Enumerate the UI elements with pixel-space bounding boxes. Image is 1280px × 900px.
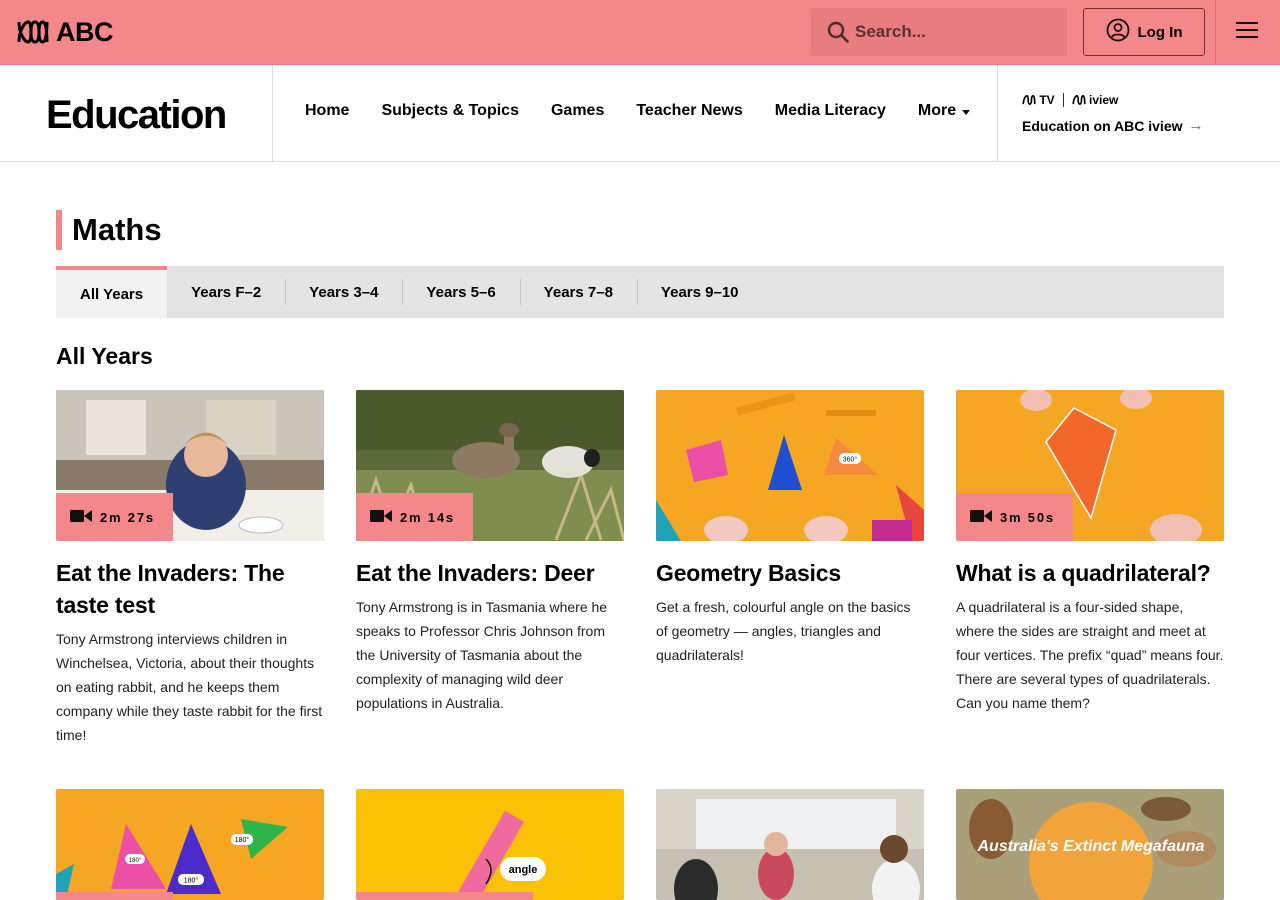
iview-logos: TV iview (1022, 93, 1204, 107)
iview-link-label: Education on ABC iview (1022, 117, 1183, 134)
card-title[interactable]: Eat the Invaders: Deer (356, 557, 624, 589)
thumb-text: angle (509, 864, 538, 876)
search-icon (827, 21, 849, 43)
abc-logo[interactable]: ABC (16, 17, 114, 47)
user-icon (1106, 18, 1130, 47)
video-duration-badge: 2m 27s (56, 493, 173, 541)
video-duration-badge: 3m 50s (956, 493, 1073, 541)
search-input[interactable] (855, 22, 1055, 42)
tab-years-7-8[interactable]: Years 7–8 (519, 266, 637, 318)
thumb-text: 180° (184, 877, 199, 885)
section-nav: Education Home Subjects & Topics Games T… (0, 65, 1280, 162)
nav-more-dropdown[interactable]: More (917, 102, 971, 120)
content-card[interactable]: 2m 27s Eat the Invaders: The taste test … (56, 390, 324, 747)
chevron-down-icon (962, 109, 971, 115)
nav-link-home[interactable]: Home (305, 102, 349, 120)
card-description: Get a fresh, colourful angle on the basi… (656, 599, 911, 663)
page-title: Maths (56, 210, 162, 250)
nav-more-label: More (917, 102, 957, 119)
content-card[interactable]: 2m 14s Eat the Invaders: Deer Tony Armst… (356, 390, 624, 715)
nav-link-teacher-news[interactable]: Teacher News (636, 102, 742, 120)
content-card[interactable]: 3m 50s What is a quadrilateral? A quadri… (956, 390, 1224, 715)
abc-iview-logo: iview (1072, 93, 1118, 107)
content-card[interactable]: 180° 180° 180° (56, 789, 324, 900)
login-label: Log In (1137, 23, 1183, 41)
nav-link-games[interactable]: Games (551, 102, 604, 120)
tab-years-3-4[interactable]: Years 3–4 (285, 266, 402, 318)
content-card[interactable]: 360° Geometry Basics Get a fresh, colour… (656, 390, 924, 667)
card-title[interactable]: Eat the Invaders: The taste test (56, 557, 324, 621)
logo-divider (1062, 93, 1064, 107)
topbar-divider (1215, 0, 1216, 64)
content-card[interactable]: angle (356, 789, 624, 900)
brand-title[interactable]: Education (46, 93, 227, 138)
card-thumbnail[interactable]: angle (356, 789, 624, 900)
video-camera-icon (370, 508, 392, 527)
iview-promo[interactable]: TV iview Education on ABC iview → (1022, 93, 1204, 134)
thumb-title: Australia's Extinct Megafauna (977, 838, 1205, 855)
thumb-text: 360° (843, 456, 858, 464)
card-description: Tony Armstrong is in Tasmania where he s… (356, 599, 608, 711)
video-camera-icon (70, 508, 92, 527)
login-button[interactable]: Log In (1083, 8, 1205, 56)
abc-tv-logo: TV (1022, 93, 1055, 107)
video-duration: 2m 14s (400, 509, 455, 525)
arrow-right-icon: → (1188, 117, 1204, 134)
nav-divider (997, 65, 998, 161)
logo-text: ABC (56, 17, 114, 47)
tab-years-5-6[interactable]: Years 5–6 (402, 266, 519, 318)
video-duration: 2m 27s (100, 509, 155, 525)
year-tabs: All Years Years F–2 Years 3–4 Years 5–6 … (56, 266, 1224, 318)
card-thumbnail[interactable]: 2m 27s (56, 390, 324, 541)
tab-all-years[interactable]: All Years (56, 266, 168, 318)
section-title: All Years (56, 343, 153, 369)
iview-link[interactable]: Education on ABC iview → (1022, 117, 1204, 134)
nav-link-media-literacy[interactable]: Media Literacy (775, 102, 886, 120)
card-thumbnail[interactable]: 2m 14s (356, 390, 624, 541)
thumb-text: 180° (235, 836, 250, 844)
video-camera-icon (970, 508, 992, 527)
video-duration: 3m 50s (1000, 509, 1055, 525)
card-title[interactable]: Geometry Basics (656, 557, 924, 589)
nav-links: Home Subjects & Topics Games Teacher New… (305, 102, 971, 120)
card-description: A quadrilateral is a four-sided shape, w… (956, 599, 1224, 711)
top-bar: ABC Log In (0, 0, 1280, 65)
content-card[interactable] (656, 789, 924, 900)
card-title[interactable]: What is a quadrilateral? (956, 557, 1224, 589)
card-thumbnail[interactable]: 360° (656, 390, 924, 541)
thumb-text: 180° (129, 858, 142, 864)
tab-years-f-2[interactable]: Years F–2 (167, 266, 285, 318)
hamburger-menu-icon[interactable] (1236, 22, 1258, 42)
nav-link-subjects[interactable]: Subjects & Topics (381, 102, 519, 120)
tab-years-9-10[interactable]: Years 9–10 (636, 266, 763, 318)
abc-lissajous-icon (17, 20, 49, 44)
card-thumbnail[interactable]: 3m 50s (956, 390, 1224, 541)
card-description: Tony Armstrong interviews children in Wi… (56, 631, 323, 743)
card-thumbnail[interactable]: 180° 180° 180° (56, 789, 324, 900)
card-thumbnail[interactable] (656, 789, 924, 900)
content-card[interactable]: Australia's Extinct Megafauna (956, 789, 1224, 900)
nav-divider (272, 65, 273, 161)
video-duration-badge: 2m 14s (356, 493, 473, 541)
card-thumbnail[interactable]: Australia's Extinct Megafauna (956, 789, 1224, 900)
search-box[interactable] (811, 8, 1067, 56)
